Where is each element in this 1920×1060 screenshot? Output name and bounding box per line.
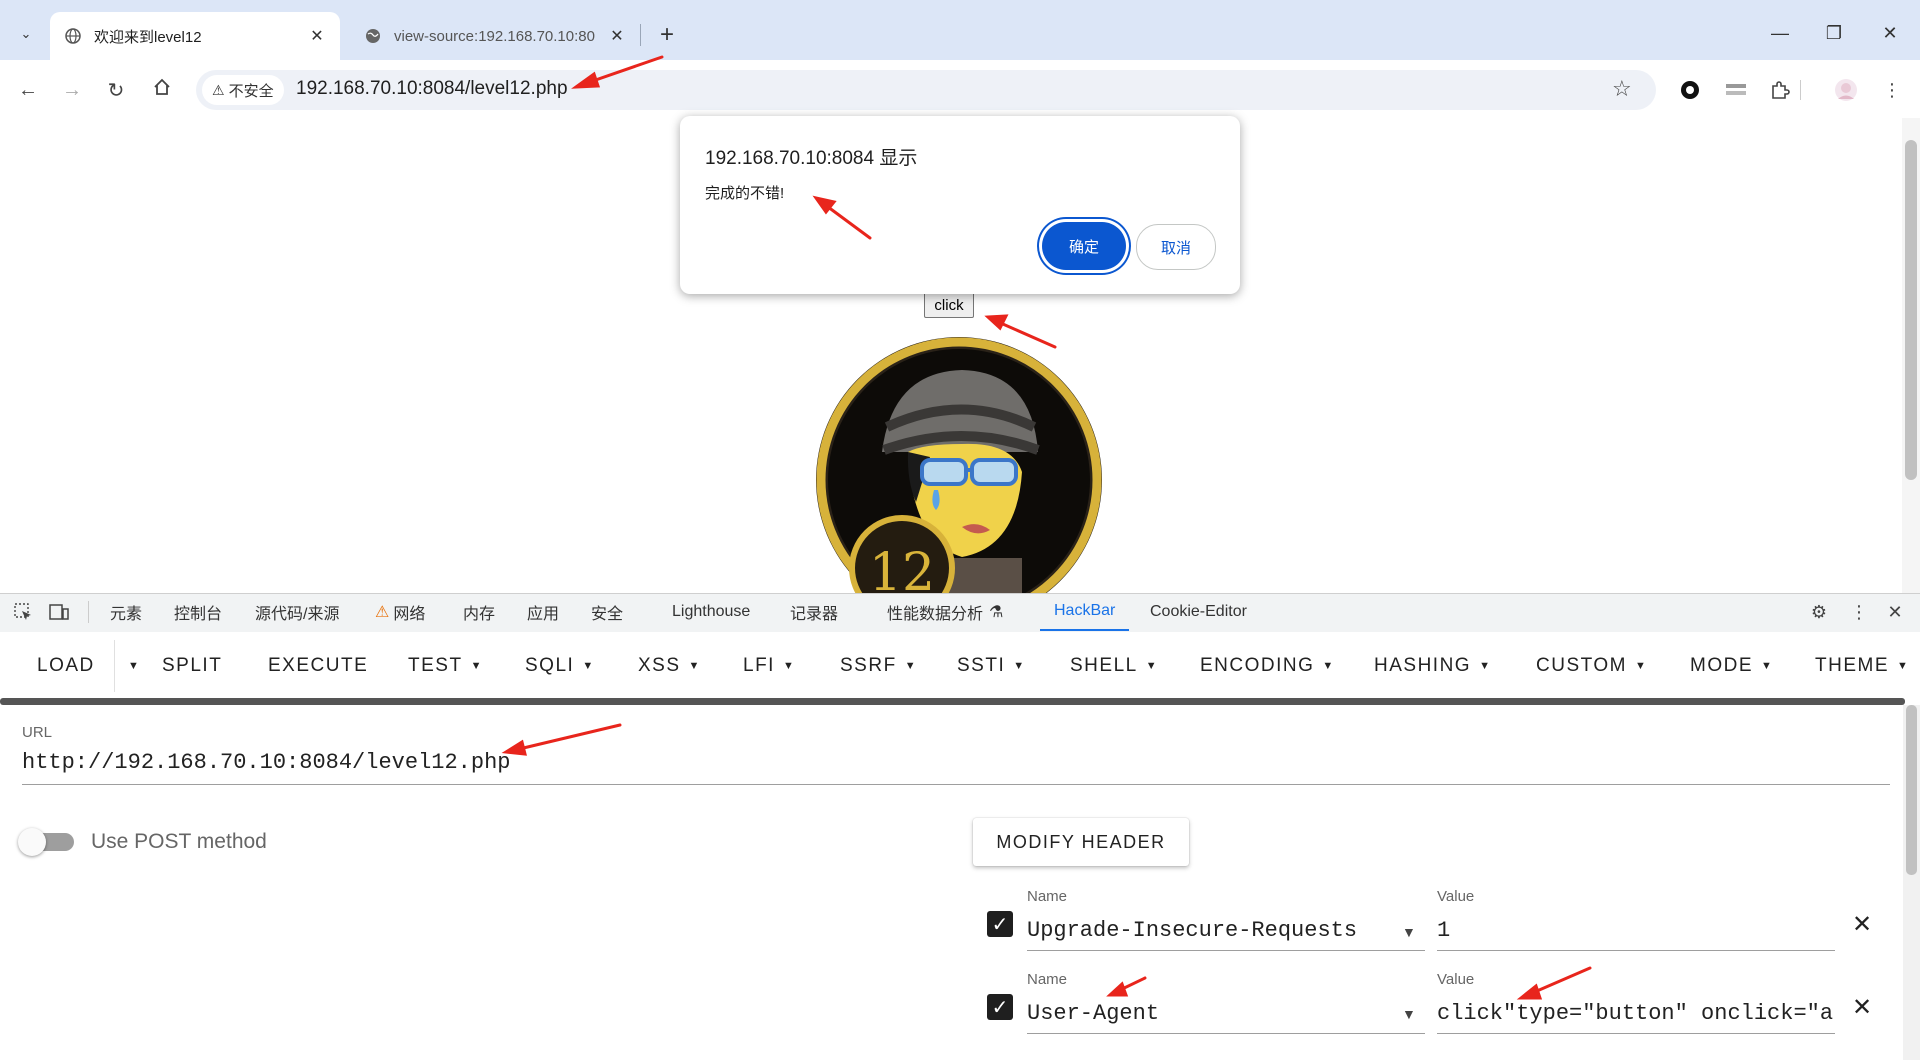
annotation-arrowhead: [571, 71, 601, 89]
annotation-arrowhead: [501, 739, 527, 756]
annotation-arrowhead: [984, 314, 1009, 331]
annotation-arrows: [501, 55, 1592, 1000]
annotation-arrowhead: [1106, 981, 1129, 997]
annotation-arrow-click-button: [994, 319, 1057, 349]
annotation-arrowhead: [1516, 983, 1543, 1000]
annotation-arrow-dialog-message: [822, 202, 872, 240]
annotation-arrow-hackbar-url: [513, 723, 622, 752]
annotation-arrow-header-value: [1528, 966, 1592, 996]
